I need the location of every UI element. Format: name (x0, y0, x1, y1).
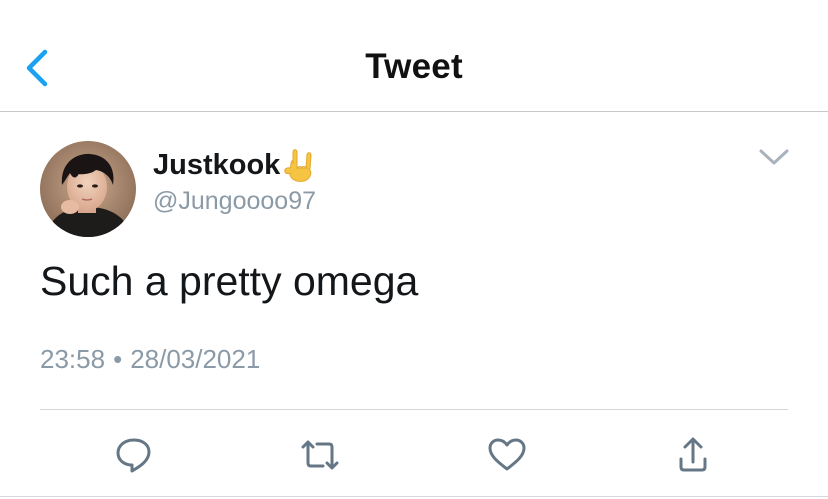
tweet-timestamp: 23:58 • 28/03/2021 (40, 344, 260, 375)
speech-bubble-icon (116, 438, 151, 473)
share-button[interactable] (670, 432, 716, 478)
top-navigation-bar: Tweet (0, 0, 828, 112)
author-name-row[interactable]: Justkook (153, 145, 320, 185)
share-icon (679, 437, 707, 472)
tweet-text: Such a pretty omega (40, 258, 419, 304)
retweet-icon (301, 440, 339, 470)
divider (40, 409, 788, 410)
meta-separator: • (113, 344, 123, 374)
tweet-date: 28/03/2021 (130, 344, 261, 374)
like-button[interactable] (484, 432, 530, 478)
author-handle[interactable]: @Jungoooo97 (153, 187, 316, 216)
retweet-button[interactable] (297, 432, 343, 478)
author-display-name: Justkook (153, 148, 281, 181)
tweet-detail-screen: Tweet Justkook @Jungoooo97 Such a pretty… (0, 0, 828, 499)
bottom-divider (0, 496, 828, 497)
love-you-gesture-emoji-icon (284, 149, 312, 182)
avatar[interactable] (40, 141, 136, 237)
chevron-down-icon (759, 149, 789, 165)
tweet-time: 23:58 (40, 344, 106, 374)
heart-icon (488, 438, 526, 471)
more-options-button[interactable] (756, 143, 792, 171)
avatar-photo (40, 141, 136, 237)
reply-button[interactable] (111, 432, 157, 478)
page-title: Tweet (365, 47, 463, 86)
